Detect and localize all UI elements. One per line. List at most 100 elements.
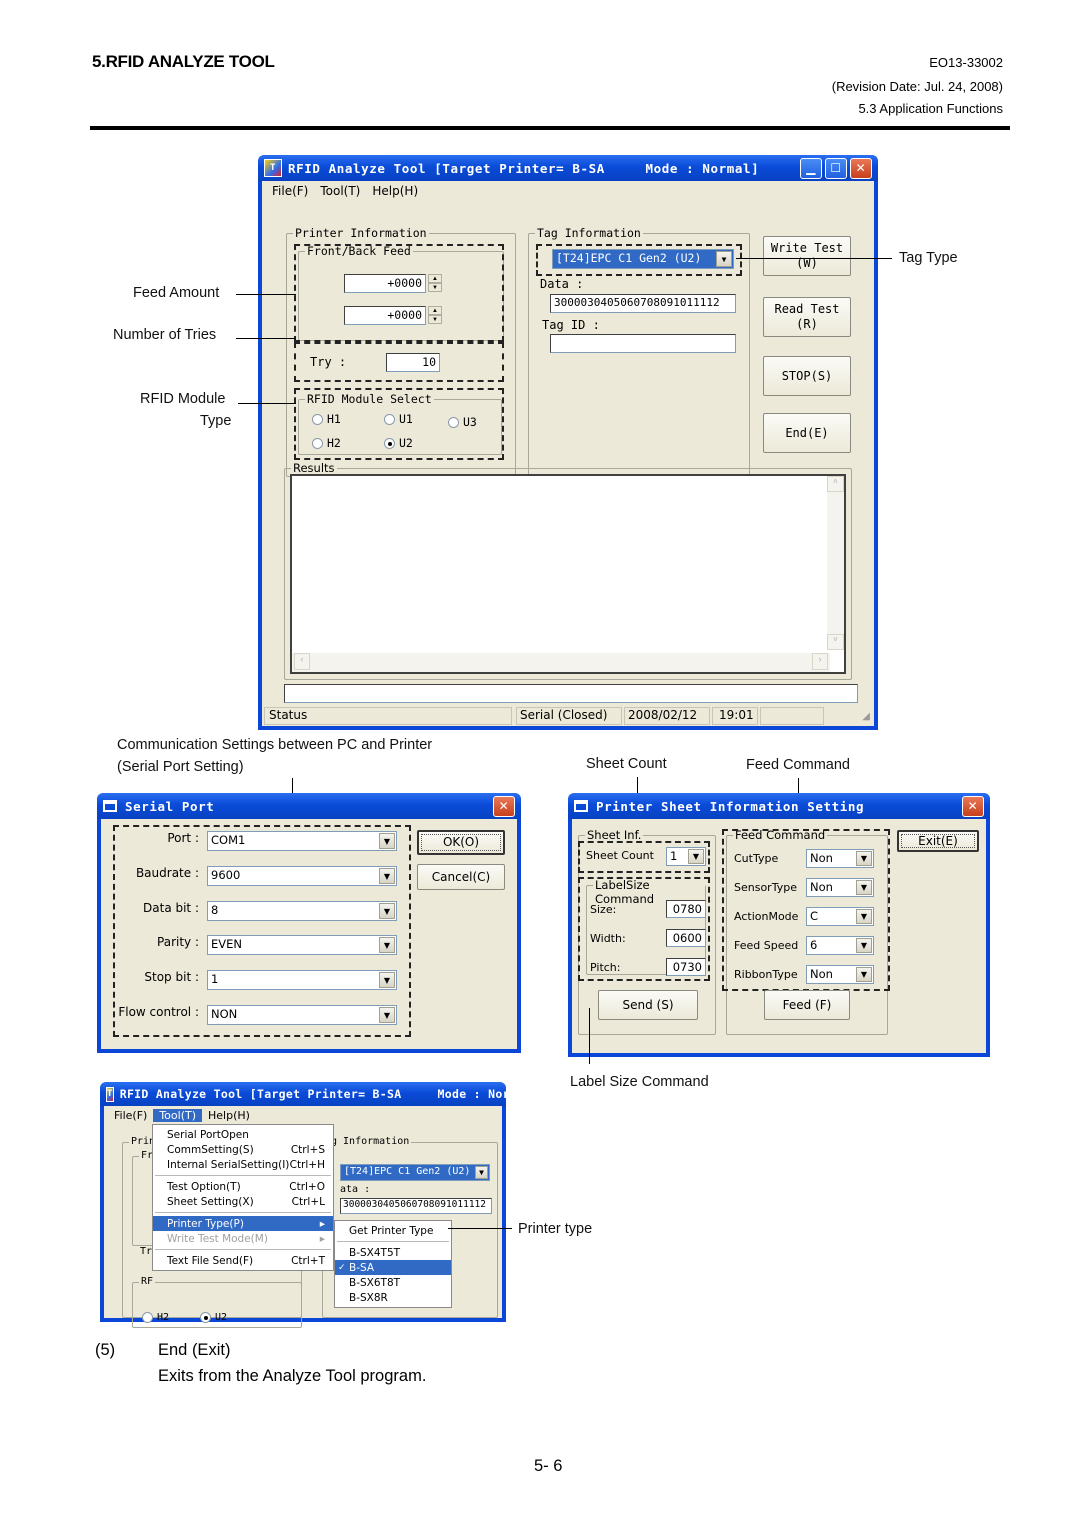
pitch-input[interactable]: 0730 [666,958,706,976]
menu-file[interactable]: File(F) [266,184,314,198]
cancel-button[interactable]: Cancel(C) [417,864,505,890]
chevron-down-icon[interactable]: ▼ [379,972,395,988]
menu-file[interactable]: File(F) [108,1109,153,1122]
radio-u1[interactable]: U1 [384,412,413,426]
menu-item-write-test-mode[interactable]: Write Test Mode(M) ▸ [153,1231,333,1246]
results-textarea[interactable]: ˄ ˅ ‹ › [290,474,846,674]
parity-select[interactable]: EVEN ▼ [207,935,397,955]
front-feed-spinner[interactable]: ▲ ▼ [428,274,442,292]
menu-item-serial-port-open[interactable]: Serial PortOpen [153,1127,333,1142]
scroll-up-icon[interactable]: ˄ [827,476,844,492]
menu-help[interactable]: Help(H) [202,1109,256,1122]
menu-tool-active[interactable]: Tool(T) [153,1108,202,1122]
radio-u2[interactable]: U2 [384,436,413,450]
close-button[interactable]: ✕ [962,795,984,817]
data-bit-select[interactable]: 8 ▼ [207,901,397,921]
size-input[interactable]: 0780 [666,900,706,918]
radio-h1[interactable]: H1 [312,412,341,426]
menu-item-sheet-setting[interactable]: Sheet Setting(X) Ctrl+L [153,1194,333,1209]
chevron-down-icon[interactable]: ▼ [856,967,872,982]
chevron-down-icon[interactable]: ▼ [856,909,872,924]
maximize-button[interactable]: ☐ [825,157,847,179]
radio-h2[interactable]: H2 [312,436,341,450]
chevron-down-icon[interactable]: ▼ [856,851,872,866]
write-test-button[interactable]: Write Test (W) [763,236,851,276]
scroll-down-icon[interactable]: ˅ [827,634,844,650]
sensor-type-value: Non [810,880,833,894]
back-feed-spinner[interactable]: ▲ ▼ [428,306,442,324]
menu-tool[interactable]: Tool(T) [314,184,366,198]
status-text: Status [264,707,512,725]
action-mode-label: ActionMode [734,910,799,923]
feed-button[interactable]: Feed (F) [764,990,850,1020]
exit-button[interactable]: Exit(E) [897,830,979,852]
submenu-item-b-sx8r[interactable]: B-SX8R [335,1290,451,1305]
menu-item-text: B-SX4T5T [349,1246,401,1259]
tag-id-input[interactable] [550,334,736,353]
stop-button[interactable]: STOP(S) [763,356,851,396]
close-button[interactable]: ✕ [493,795,515,817]
port-select[interactable]: COM1 ▼ [207,831,397,851]
baudrate-select[interactable]: 9600 ▼ [207,866,397,886]
close-button[interactable]: ✕ [850,157,872,179]
front-feed-input[interactable]: +0000 [344,274,426,293]
chevron-down-icon[interactable]: ▼ [856,938,872,953]
flow-control-select[interactable]: NON ▼ [207,1005,397,1025]
radio-u3-indicator[interactable] [448,416,459,428]
chevron-down-icon[interactable]: ▼ [716,251,732,267]
chevron-down-icon[interactable]: ▼ [379,868,395,884]
data-input[interactable]: 3000030405060708091011112 [550,294,736,313]
radio-h1-indicator[interactable] [312,413,323,425]
radio-u1-indicator[interactable] [384,413,395,425]
bg-radio-h2-indicator[interactable] [142,1312,153,1323]
try-input[interactable]: 10 [386,353,440,372]
cut-type-select[interactable]: Non ▼ [806,849,874,868]
menu-item-printer-type[interactable]: Printer Type(P) ▸ [153,1216,333,1231]
ok-button[interactable]: OK(O) [417,830,505,855]
sheet-count-select[interactable]: 1 ▼ [666,847,706,866]
menu-item-internal-serial-setting[interactable]: Internal SerialSetting(I) Ctrl+H [153,1157,333,1172]
chevron-down-icon[interactable]: ▼ [379,937,395,953]
resize-grip-icon[interactable]: ◢ [862,711,870,722]
read-test-button[interactable]: Read Test (R) [763,297,851,337]
chevron-down-icon[interactable]: ▼ [688,849,704,864]
submenu-arrow-icon: ▸ [319,1232,325,1245]
menu-item-comm-setting[interactable]: CommSetting(S) Ctrl+S [153,1142,333,1157]
ribbon-type-select[interactable]: Non ▼ [806,965,874,984]
stop-bit-select[interactable]: 1 ▼ [207,970,397,990]
results-vscrollbar[interactable]: ˄ ˅ [827,476,844,650]
results-hscrollbar[interactable]: ‹ › [292,653,830,672]
chevron-down-icon[interactable]: ▼ [379,1007,395,1023]
bg-radio-h2[interactable]: H2 [142,1312,169,1323]
command-input[interactable] [284,684,858,703]
send-button[interactable]: Send (S) [598,990,698,1020]
width-input[interactable]: 0600 [666,929,706,947]
bg-tag-type-select[interactable]: [T24]EPC C1 Gen2 (U2) ▼ [340,1164,490,1181]
chevron-down-icon[interactable]: ▼ [475,1166,488,1179]
submenu-item-b-sx4t5t[interactable]: B-SX4T5T [335,1245,451,1260]
submenu-item-b-sx6t8t[interactable]: B-SX6T8T [335,1275,451,1290]
action-mode-select[interactable]: C ▼ [806,907,874,926]
tag-type-select[interactable]: [T24]EPC C1 Gen2 (U2) ▼ [552,249,734,269]
back-feed-input[interactable]: +0000 [344,306,426,325]
bg-radio-u2-indicator[interactable] [200,1312,211,1323]
submenu-item-b-sa[interactable]: ✓ B-SA [335,1260,451,1275]
scroll-left-icon[interactable]: ‹ [294,653,310,670]
submenu-item-get-printer-type[interactable]: Get Printer Type [335,1223,451,1238]
menu-item-text-file-send[interactable]: Text File Send(F) Ctrl+T [153,1253,333,1268]
bg-radio-u2[interactable]: U2 [200,1312,227,1323]
minimize-button[interactable]: ▁ [800,157,822,179]
scroll-right-icon[interactable]: › [812,653,828,670]
chevron-down-icon[interactable]: ▼ [379,833,395,849]
feed-speed-select[interactable]: 6 ▼ [806,936,874,955]
radio-u2-indicator[interactable] [384,437,395,449]
bg-data-input[interactable]: 3000030405060708091011112 [340,1198,492,1214]
sensor-type-select[interactable]: Non ▼ [806,878,874,897]
radio-u3[interactable]: U3 [448,415,477,429]
menu-item-test-option[interactable]: Test Option(T) Ctrl+O [153,1179,333,1194]
end-button[interactable]: End(E) [763,413,851,453]
chevron-down-icon[interactable]: ▼ [379,903,395,919]
radio-h2-indicator[interactable] [312,437,323,449]
chevron-down-icon[interactable]: ▼ [856,880,872,895]
menu-help[interactable]: Help(H) [366,184,424,198]
